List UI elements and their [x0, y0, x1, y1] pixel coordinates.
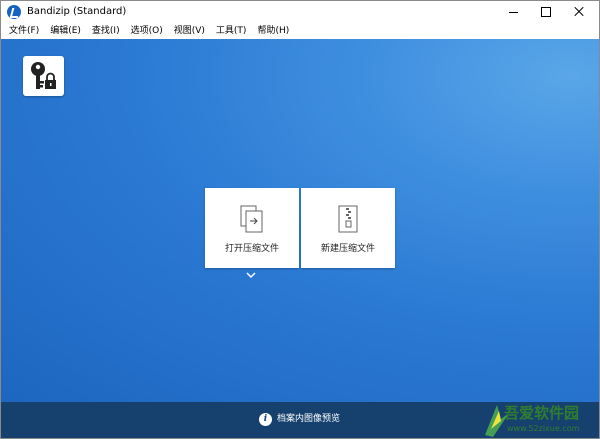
title-bar[interactable]: Bandizip (Standard): [1, 1, 599, 23]
open-archive-label: 打开压缩文件: [224, 244, 279, 254]
bandizip-app-icon: [7, 5, 21, 19]
minimize-button[interactable]: [497, 1, 529, 23]
info-icon: i: [259, 413, 272, 426]
chevron-down-icon[interactable]: [246, 271, 256, 279]
close-button[interactable]: [563, 1, 595, 23]
menu-find[interactable]: 查找(I): [92, 23, 120, 39]
key-lock-icon: [31, 62, 56, 89]
window-title: Bandizip (Standard): [27, 6, 127, 17]
menu-help[interactable]: 帮助(H): [257, 23, 289, 39]
open-archive-tile[interactable]: 打开压缩文件: [205, 188, 299, 268]
menu-bar: 文件(F) 编辑(E) 查找(I) 选项(O) 视图(V) 工具(T) 帮助(H…: [1, 23, 599, 39]
menu-tools[interactable]: 工具(T): [216, 23, 247, 39]
watermark-text: 吾爱软件园: [504, 404, 580, 422]
main-area: 打开压缩文件 新建压缩文件: [1, 39, 599, 402]
bandizip-window: Bandizip (Standard) 文件(F) 编辑(E) 查找(I) 选项…: [0, 0, 600, 439]
menu-edit[interactable]: 编辑(E): [50, 23, 81, 39]
menu-file[interactable]: 文件(F): [9, 23, 39, 39]
password-manager-button[interactable]: [23, 56, 64, 96]
new-archive-label: 新建压缩文件: [320, 244, 375, 254]
new-archive-icon: [338, 205, 358, 233]
maximize-button[interactable]: [529, 1, 561, 23]
menu-view[interactable]: 视图(V): [174, 23, 205, 39]
open-archive-icon: [240, 205, 263, 233]
menu-options[interactable]: 选项(O): [131, 23, 163, 39]
watermark-url: www.52zixue.com: [507, 424, 580, 433]
new-archive-tile[interactable]: 新建压缩文件: [301, 188, 395, 268]
image-preview-label: 档案内图像预览: [277, 414, 341, 424]
